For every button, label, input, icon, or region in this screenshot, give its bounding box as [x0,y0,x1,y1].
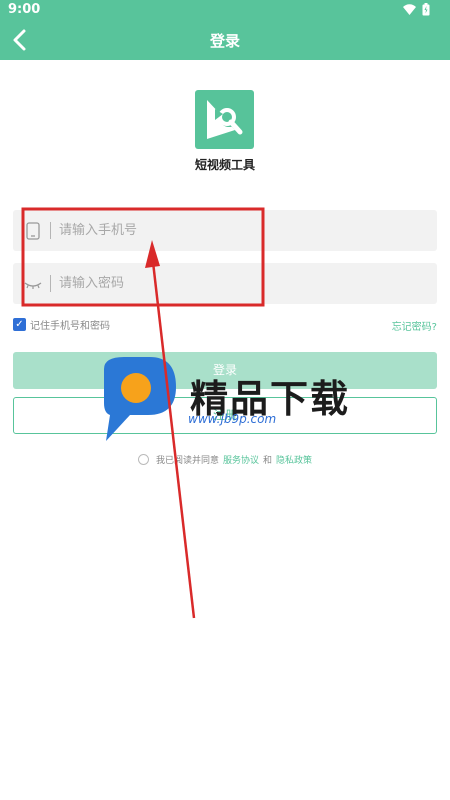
privacy-policy-link[interactable]: 隐私政策 [276,453,312,466]
phone-input[interactable] [59,210,419,251]
agreement-radio[interactable] [137,454,149,465]
forgot-password-link[interactable]: 忘记密码? [392,318,437,333]
field-divider [50,275,51,292]
video-tool-icon [207,100,243,139]
password-field[interactable] [13,263,437,304]
battery-icon [422,3,430,16]
app-logo [195,90,254,149]
watermark-url: www.jb9p.com [188,412,277,426]
remember-label: 记住手机号和密码 [30,321,110,332]
phone-icon [26,222,40,240]
wifi-icon [403,4,416,15]
page-title: 登录 [209,32,240,50]
remember-checkbox[interactable]: ✓ [13,318,26,331]
status-time: 9:00 [8,2,41,17]
app-bar: 登录 [0,20,450,60]
eye-closed-icon[interactable] [24,275,42,293]
field-divider [50,222,51,239]
status-bar: 9:00 [0,0,450,20]
remember-row[interactable]: ✓ 记住手机号和密码 [13,317,110,332]
phone-field[interactable] [13,210,437,251]
agreement-row: 我已阅读并同意 服务协议 和 隐私政策 [0,453,450,466]
agreement-prefix: 我已阅读并同意 [155,456,219,466]
password-input[interactable] [59,263,419,304]
app-name: 短视频工具 [194,158,255,172]
status-icons [403,3,430,16]
agreement-and: 和 [263,456,273,466]
service-agreement-link[interactable]: 服务协议 [223,453,259,466]
